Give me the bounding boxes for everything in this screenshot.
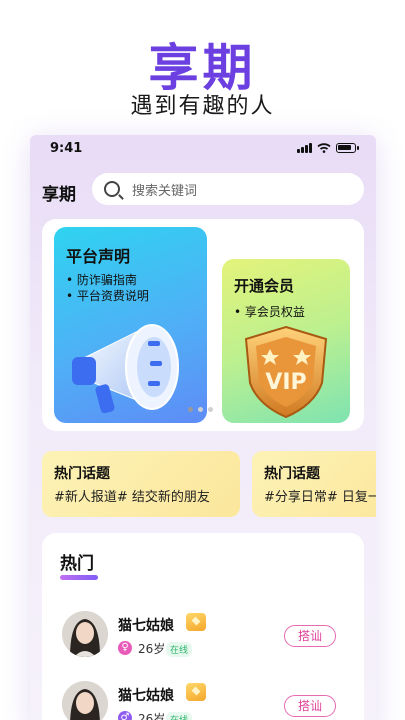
carousel-dot[interactable] [208,407,213,412]
search-placeholder: 搜索关键词 [132,183,198,199]
carousel-dot[interactable] [188,407,193,412]
topic-title: 热门话题 [54,466,110,482]
wifi-icon [317,143,331,153]
topic-tags: #新人报道# 结交新的朋友 [54,490,210,505]
user-age: 26岁 [138,712,166,720]
topic-title: 热门话题 [264,466,320,482]
vip-badge-text: VIP [265,370,306,395]
status-icons [297,143,359,153]
user-name: 猫七姑娘 [118,688,174,704]
fee-description-link[interactable]: • 平台资费说明 [66,287,149,304]
hot-title-underline [60,575,98,580]
user-name: 猫七姑娘 [118,618,174,634]
banner-carousel[interactable]: 平台声明 • 防诈骗指南 • 平台资费说明 开通会员 • 享会员权益 VIP [42,219,364,431]
carousel-indicator [188,407,213,412]
megaphone-icon [72,324,179,414]
search-bar[interactable]: 搜索关键词 [92,173,364,205]
search-icon [104,181,120,197]
status-time: 9:41 [50,141,83,156]
avatar[interactable] [62,611,108,657]
male-icon: ♂ [118,711,132,720]
hot-section-title: 热门 [60,554,94,574]
membership-card[interactable]: 开通会员 • 享会员权益 VIP [222,259,350,423]
membership-benefits-link[interactable]: • 享会员权益 [234,303,305,320]
app-name: 享期 [42,185,76,205]
vip-crown-icon [186,613,206,631]
hot-topic-card[interactable]: 热门话题 #分享日常# 日复一 [252,451,376,517]
avatar[interactable] [62,681,108,720]
female-icon: ♀ [118,641,132,655]
vip-shield-icon: VIP [244,325,328,419]
online-status-badge: 在线 [166,712,193,720]
carousel-dot[interactable] [198,407,203,412]
battery-icon [336,143,359,153]
phone-screen: 9:41 享期 搜索关键词 平台声明 • 防诈骗指南 • 平台资费说明 开通会员… [30,135,376,720]
online-status-badge: 在线 [166,642,193,657]
user-list-item[interactable]: 猫七姑娘 ♂ 26岁 在线 搭讪 [62,681,362,720]
user-list-item[interactable]: 猫七姑娘 ♀ 26岁 在线 搭讪 [62,611,362,667]
hot-users-panel: 热门 猫七姑娘 ♀ 26岁 在线 搭讪 猫七姑娘 ♂ 26岁 搭讪 [42,533,364,720]
platform-statement-card[interactable]: 平台声明 • 防诈骗指南 • 平台资费说明 [54,227,207,423]
hot-topic-card[interactable]: 热门话题 #新人报道# 结交新的朋友 [42,451,240,517]
platform-card-title: 平台声明 [66,247,131,266]
user-age: 26岁 [138,642,166,656]
greet-button[interactable]: 搭讪 [284,625,336,647]
topic-tags: #分享日常# 日复一 [264,490,376,505]
vip-crown-icon [186,683,206,701]
hero-subtitle: 遇到有趣的人 [130,94,275,119]
membership-card-title: 开通会员 [234,277,295,295]
anti-fraud-guide-link[interactable]: • 防诈骗指南 [66,271,137,288]
signal-icon [297,143,312,153]
greet-button[interactable]: 搭讪 [284,695,336,717]
